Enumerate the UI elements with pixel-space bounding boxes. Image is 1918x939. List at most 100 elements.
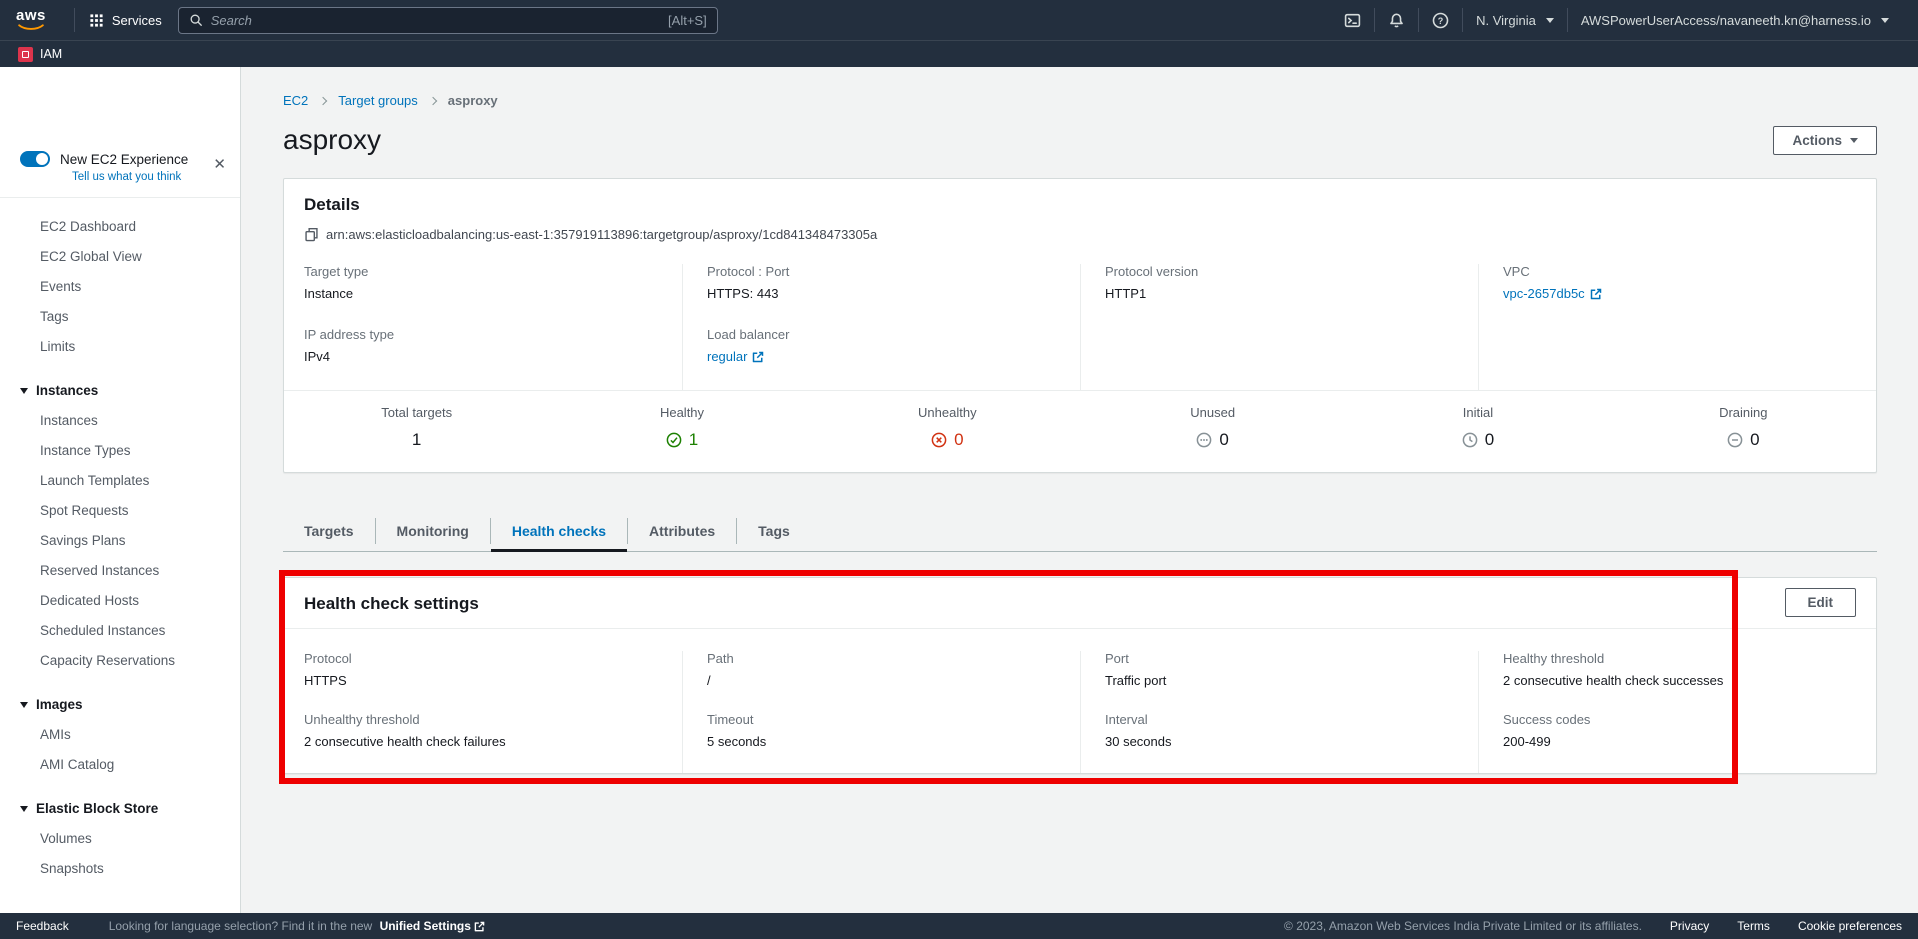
- sidebar-item-spot-requests[interactable]: Spot Requests: [0, 496, 240, 526]
- stat-number: 0: [954, 430, 963, 450]
- language-note: Looking for language selection? Find it …: [109, 919, 485, 933]
- caret-down-icon: [1850, 138, 1858, 143]
- actions-button[interactable]: Actions: [1773, 126, 1877, 155]
- sidebar-item-launch-templates[interactable]: Launch Templates: [0, 466, 240, 496]
- sidebar-item-events[interactable]: Events: [0, 272, 240, 302]
- stat-label: Unhealthy: [815, 405, 1080, 420]
- stat-value: 0: [1611, 430, 1876, 450]
- health-check-card: Health check settings Edit ProtocolHTTPS…: [283, 577, 1877, 774]
- experience-feedback-link[interactable]: Tell us what you think: [72, 171, 224, 183]
- region-selector[interactable]: N. Virginia: [1463, 13, 1567, 28]
- search-input[interactable]: [211, 13, 660, 28]
- field-protocol: ProtocolHTTPS: [304, 651, 666, 688]
- field-value: Instance: [304, 286, 666, 301]
- footer: Feedback Looking for language selection?…: [0, 913, 1918, 939]
- stat-healthy: Healthy 1: [549, 405, 814, 450]
- sidebar-item-tags[interactable]: Tags: [0, 302, 240, 332]
- stat-label: Healthy: [549, 405, 814, 420]
- stat-unused: Unused0: [1080, 405, 1345, 450]
- notifications-button[interactable]: [1375, 12, 1418, 29]
- field-value-link[interactable]: vpc-2657db5c: [1503, 286, 1602, 301]
- stat-label: Draining: [1611, 405, 1876, 420]
- sidebar-item-capacity-reservations[interactable]: Capacity Reservations: [0, 646, 240, 676]
- breadcrumb-item-ec2[interactable]: EC2: [283, 93, 308, 108]
- field-port: PortTraffic port: [1105, 651, 1462, 688]
- field-value-link[interactable]: regular: [707, 349, 764, 364]
- footer-link-terms[interactable]: Terms: [1737, 919, 1770, 933]
- tab-monitoring[interactable]: Monitoring: [376, 511, 490, 551]
- field-value: 30 seconds: [1105, 734, 1462, 749]
- main-content: EC2Target groupsasproxy asproxy Actions …: [241, 67, 1918, 913]
- breadcrumb-item-target-groups[interactable]: Target groups: [338, 93, 418, 108]
- field-unhealthy-threshold: Unhealthy threshold2 consecutive health …: [304, 712, 666, 749]
- search-shortcut: [Alt+S]: [668, 13, 707, 28]
- field-label: Port: [1105, 651, 1462, 666]
- edit-button[interactable]: Edit: [1785, 588, 1857, 617]
- footer-link-cookie-preferences[interactable]: Cookie preferences: [1798, 919, 1902, 933]
- field-label: VPC: [1503, 264, 1860, 279]
- search-bar[interactable]: [Alt+S]: [178, 7, 718, 34]
- field-label: Target type: [304, 264, 666, 279]
- aws-logo[interactable]: aws: [16, 9, 46, 31]
- sidebar-item-scheduled-instances[interactable]: Scheduled Instances: [0, 616, 240, 646]
- field-vpc: VPC vpc-2657db5c: [1503, 264, 1860, 301]
- footer-link-privacy[interactable]: Privacy: [1670, 919, 1709, 933]
- sidebar-item-ec2-dashboard[interactable]: EC2 Dashboard: [0, 212, 240, 242]
- stat-label: Total targets: [284, 405, 549, 420]
- external-link-icon: [1590, 288, 1602, 300]
- sidebar-item-savings-plans[interactable]: Savings Plans: [0, 526, 240, 556]
- copyright: © 2023, Amazon Web Services India Privat…: [1284, 919, 1642, 933]
- field-timeout: Timeout5 seconds: [707, 712, 1064, 749]
- sidebar-item-reserved-instances[interactable]: Reserved Instances: [0, 556, 240, 586]
- help-button[interactable]: ?: [1419, 12, 1462, 29]
- close-sidebar-button[interactable]: ✕: [213, 155, 226, 173]
- sidebar-item-instances[interactable]: Instances: [0, 406, 240, 436]
- stat-number: 0: [1485, 430, 1494, 450]
- field-protocol-version: Protocol versionHTTP1: [1105, 264, 1462, 301]
- sidebar-item-ami-catalog[interactable]: AMI Catalog: [0, 750, 240, 780]
- favorite-iam-link[interactable]: IAM: [40, 47, 62, 61]
- cloudshell-button[interactable]: [1331, 12, 1374, 29]
- svg-text:?: ?: [1438, 15, 1444, 25]
- sidebar-item-snapshots[interactable]: Snapshots: [0, 854, 240, 884]
- health-check-section: Health check settings Edit ProtocolHTTPS…: [283, 577, 1877, 774]
- sidebar-item-dedicated-hosts[interactable]: Dedicated Hosts: [0, 586, 240, 616]
- sidebar-section-images[interactable]: Images: [0, 690, 240, 720]
- actions-label: Actions: [1792, 133, 1842, 148]
- stat-value: 1: [549, 430, 814, 450]
- account-menu[interactable]: AWSPowerUserAccess/navaneeth.kn@harness.…: [1568, 13, 1902, 28]
- experience-title: New EC2 Experience: [60, 152, 188, 167]
- stat-label: Unused: [1080, 405, 1345, 420]
- details-title: Details: [284, 195, 1876, 215]
- sidebar-item-ec2-global-view[interactable]: EC2 Global View: [0, 242, 240, 272]
- copy-arn-button[interactable]: [304, 227, 319, 242]
- sidebar-item-volumes[interactable]: Volumes: [0, 824, 240, 854]
- caret-down-icon: [1881, 18, 1889, 23]
- link-text: vpc-2657db5c: [1503, 286, 1585, 301]
- sidebar-item-instance-types[interactable]: Instance Types: [0, 436, 240, 466]
- sidebar-section-instances[interactable]: Instances: [0, 376, 240, 406]
- services-menu-button[interactable]: Services: [89, 13, 162, 28]
- tab-tags[interactable]: Tags: [737, 511, 811, 551]
- field-label: Timeout: [707, 712, 1064, 727]
- tab-health-checks[interactable]: Health checks: [491, 511, 627, 551]
- search-icon: [189, 13, 203, 27]
- sidebar-section-elastic-block-store[interactable]: Elastic Block Store: [0, 794, 240, 824]
- new-experience-toggle[interactable]: [20, 151, 50, 167]
- sidebar-item-amis[interactable]: AMIs: [0, 720, 240, 750]
- unified-settings-link[interactable]: Unified Settings: [380, 919, 485, 933]
- header-divider: [74, 8, 75, 32]
- field-label: Protocol : Port: [707, 264, 1064, 279]
- tab-attributes[interactable]: Attributes: [628, 511, 736, 551]
- stat-number: 1: [689, 430, 698, 450]
- feedback-link[interactable]: Feedback: [16, 919, 69, 933]
- field-label: Protocol: [304, 651, 666, 666]
- field-column: Protocol : PortHTTPS: 443Load balancerre…: [682, 264, 1080, 390]
- iam-service-icon: [18, 47, 33, 62]
- external-link-icon: [474, 921, 485, 932]
- sidebar-item-limits[interactable]: Limits: [0, 332, 240, 362]
- cloudshell-icon: [1344, 12, 1361, 29]
- field-label: Success codes: [1503, 712, 1860, 727]
- tab-targets[interactable]: Targets: [283, 511, 375, 551]
- link-text: regular: [707, 349, 747, 364]
